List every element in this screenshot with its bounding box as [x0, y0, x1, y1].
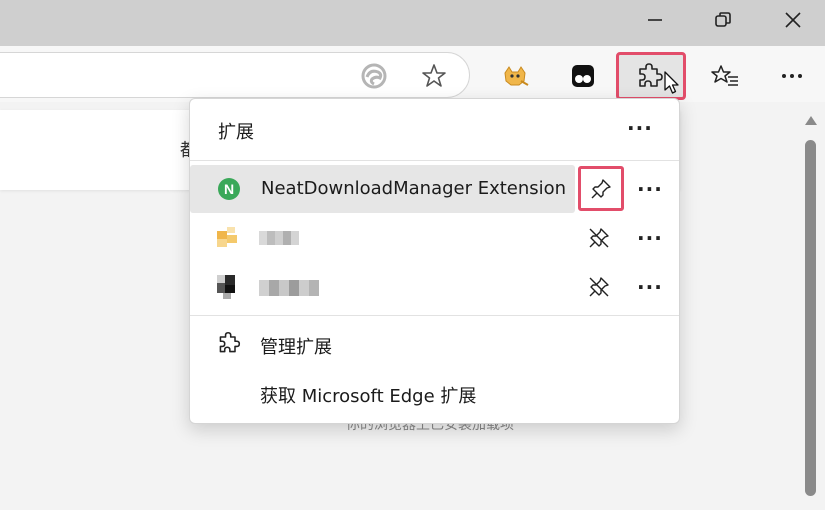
pin-button[interactable]: [578, 166, 624, 211]
minimize-button[interactable]: [620, 0, 690, 40]
restore-button[interactable]: [688, 0, 758, 40]
extension-icon-blurred: [217, 227, 245, 249]
manage-extensions-link[interactable]: 管理扩展: [260, 333, 332, 359]
star-icon[interactable]: [418, 60, 450, 92]
extensions-popup: [189, 98, 680, 424]
extension-name-blurred: [259, 278, 321, 298]
scrollbar-thumb[interactable]: [805, 140, 816, 496]
close-icon: [785, 12, 801, 28]
minimize-icon: [648, 19, 662, 21]
puzzle-icon: [216, 330, 242, 356]
address-bar[interactable]: [0, 52, 470, 98]
extension-more-button[interactable]: ···: [637, 277, 663, 297]
favorites-list-icon[interactable]: [708, 60, 742, 92]
tampermonkey-dots-icon[interactable]: [566, 60, 600, 92]
scroll-up-arrow-icon[interactable]: [805, 116, 817, 125]
tampermonkey-icon[interactable]: [498, 60, 532, 92]
svg-text:N: N: [224, 181, 234, 197]
more-icon[interactable]: [776, 60, 808, 92]
extension-name: NeatDownloadManager Extension: [261, 178, 567, 199]
divider: [190, 160, 679, 161]
extension-name-blurred: [259, 229, 301, 247]
unpin-icon[interactable]: [588, 276, 610, 298]
edge-logo-icon[interactable]: [358, 60, 390, 92]
popup-title: 扩展: [218, 122, 254, 143]
neatdownloadmanager-icon: N: [216, 176, 242, 202]
restore-icon: [715, 12, 731, 27]
extension-more-button[interactable]: ···: [637, 179, 663, 199]
divider: [190, 315, 679, 316]
close-button[interactable]: [758, 0, 825, 40]
mouse-cursor-icon: [660, 68, 684, 98]
popup-more-button[interactable]: ···: [627, 118, 653, 138]
pin-icon: [591, 178, 611, 198]
unpin-icon[interactable]: [588, 227, 610, 249]
get-edge-extensions-link[interactable]: 获取 Microsoft Edge 扩展: [260, 382, 476, 408]
extension-icon-blurred: [217, 275, 245, 301]
extension-more-button[interactable]: ···: [637, 228, 663, 248]
